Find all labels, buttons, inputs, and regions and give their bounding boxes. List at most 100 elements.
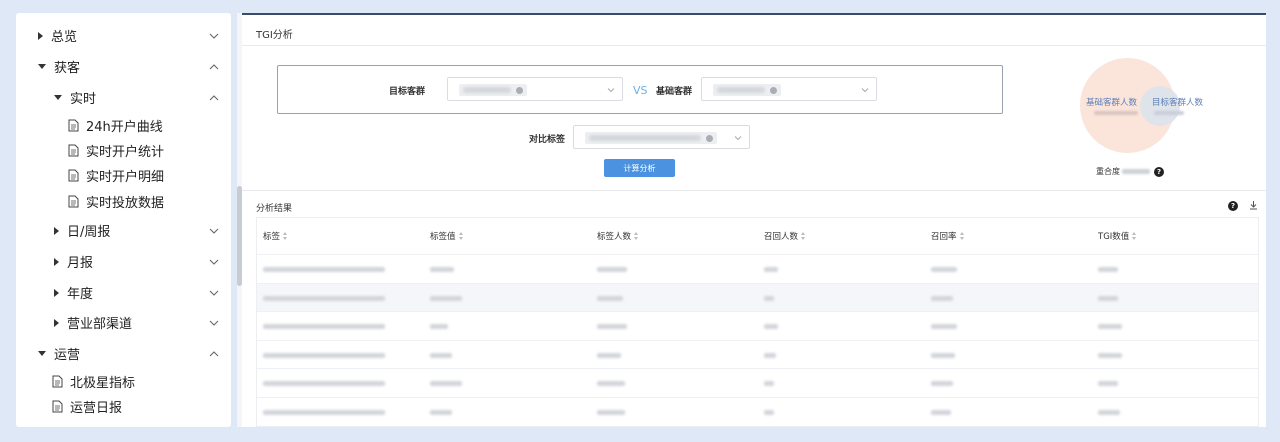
sidebar-item-label: 获客 xyxy=(54,61,81,76)
sort-icon[interactable] xyxy=(801,232,806,240)
sidebar-item-north-star[interactable]: 北极星指标 xyxy=(52,369,231,394)
document-icon xyxy=(52,400,63,413)
overlap-label: 重合度 xyxy=(1096,167,1120,176)
document-icon xyxy=(68,169,79,182)
panel-title: TGI分析 xyxy=(256,30,293,41)
column-header-tag-value[interactable]: 标签值 xyxy=(430,218,464,254)
column-header-label: 标签人数 xyxy=(597,232,632,242)
sidebar-item-label: 日/周报 xyxy=(67,225,111,240)
document-icon xyxy=(68,119,79,132)
selected-chip xyxy=(459,84,527,96)
column-header-label: 标签值 xyxy=(430,232,456,242)
sidebar-item-label: 实时开户明细 xyxy=(86,170,165,185)
sidebar-item-realtime-details[interactable]: 实时开户明细 xyxy=(68,163,231,188)
sidebar-item-label: 总览 xyxy=(51,30,78,45)
compare-tag-select[interactable] xyxy=(573,125,750,149)
sidebar-item-overview[interactable]: 总览 xyxy=(38,23,231,48)
sidebar-item-realtime-ads[interactable]: 实时投放数据 xyxy=(68,189,231,214)
chevron-up-icon xyxy=(209,93,219,103)
vs-label: VS xyxy=(633,84,648,97)
column-header-recall-count[interactable]: 召回人数 xyxy=(764,218,806,254)
caret-down-icon xyxy=(38,351,46,356)
sidebar-item-monthly[interactable]: 月报 xyxy=(54,249,231,274)
sidebar-item-daily-weekly[interactable]: 日/周报 xyxy=(54,218,231,243)
sidebar-item-label: 实时 xyxy=(70,92,97,107)
document-icon xyxy=(68,144,79,157)
chevron-down-icon xyxy=(209,226,219,236)
results-title: 分析结果 xyxy=(256,204,293,214)
clear-icon[interactable] xyxy=(516,86,523,94)
download-icon[interactable] xyxy=(1249,200,1258,213)
table-row[interactable] xyxy=(257,339,1258,369)
sidebar-item-operations[interactable]: 运营 xyxy=(38,341,231,366)
table-row[interactable] xyxy=(257,396,1258,426)
sort-icon[interactable] xyxy=(959,232,965,240)
table-row[interactable] xyxy=(257,368,1258,397)
table-row[interactable] xyxy=(257,282,1258,311)
column-header-tag[interactable]: 标签 xyxy=(263,218,288,254)
divider xyxy=(242,190,1266,191)
caret-right-icon xyxy=(54,288,59,297)
sort-icon[interactable] xyxy=(458,232,464,240)
caret-right-icon xyxy=(54,318,59,327)
sidebar-item-label: 实时投放数据 xyxy=(86,196,165,211)
help-icon[interactable]: ? xyxy=(1228,201,1238,211)
sidebar-item-24h-curve[interactable]: 24h开户曲线 xyxy=(68,113,231,138)
base-group-label: 基础客群 xyxy=(656,87,693,97)
column-header-label: TGI数值 xyxy=(1098,232,1130,242)
table-row[interactable] xyxy=(257,254,1258,283)
compute-analysis-button[interactable]: 计算分析 xyxy=(604,159,675,177)
sidebar-item-label: 营业部渠道 xyxy=(67,317,133,332)
sort-icon[interactable] xyxy=(1132,232,1137,240)
clear-icon[interactable] xyxy=(770,86,777,94)
chevron-down-icon xyxy=(209,257,219,267)
chevron-up-icon xyxy=(209,349,219,359)
column-header-label: 标签 xyxy=(263,232,281,242)
sidebar-item-realtime-stats[interactable]: 实时开户统计 xyxy=(68,138,231,163)
caret-down-icon xyxy=(38,64,46,69)
caret-right-icon xyxy=(54,257,59,266)
column-header-label: 召回人数 xyxy=(764,232,799,242)
sort-icon[interactable] xyxy=(283,232,288,240)
target-group-select[interactable] xyxy=(447,77,623,101)
venn-base-value xyxy=(1094,111,1138,115)
tgi-analysis-panel: TGI分析 目标客群 VS 基础客群 对比标签 计算分析 基础客群人数 目标客群… xyxy=(242,13,1266,427)
sidebar-item-acquisition[interactable]: 获客 xyxy=(38,54,231,79)
target-group-label: 目标客群 xyxy=(389,87,426,97)
document-icon xyxy=(52,375,63,388)
chevron-down-icon xyxy=(209,288,219,298)
base-group-select[interactable] xyxy=(701,77,877,101)
column-header-recall-rate[interactable]: 召回率 xyxy=(931,218,965,254)
column-header-label: 召回率 xyxy=(931,232,957,242)
sidebar-item-branch-channel[interactable]: 营业部渠道 xyxy=(54,310,231,335)
sidebar-item-annual[interactable]: 年度 xyxy=(54,280,231,305)
table-row[interactable] xyxy=(257,311,1258,340)
clear-icon[interactable] xyxy=(706,134,713,142)
sidebar-item-label: 实时开户统计 xyxy=(86,145,165,160)
compare-tag-label: 对比标签 xyxy=(529,135,566,145)
selected-chip xyxy=(713,84,781,96)
divider xyxy=(242,45,1266,46)
caret-down-icon xyxy=(54,95,62,100)
caret-right-icon xyxy=(38,31,43,40)
sidebar-item-realtime[interactable]: 实时 xyxy=(54,85,231,110)
sort-icon[interactable] xyxy=(634,232,639,240)
overlap-value xyxy=(1122,169,1150,174)
chevron-up-icon xyxy=(209,62,219,72)
selected-chip xyxy=(585,132,717,144)
chevron-down-icon xyxy=(734,136,742,141)
sidebar-item-label: 运营 xyxy=(54,348,81,363)
results-table: 标签 标签值 标签人数 召回人数 召回率 TGI数值 xyxy=(256,217,1259,427)
sidebar-item-ops-daily[interactable]: 运营日报 xyxy=(52,394,231,419)
document-icon xyxy=(68,195,79,208)
sidebar-item-label: 运营日报 xyxy=(70,401,123,416)
sidebar-item-label: 年度 xyxy=(67,287,94,302)
venn-target-value xyxy=(1154,111,1184,115)
column-header-tgi[interactable]: TGI数值 xyxy=(1098,218,1137,254)
venn-base-label: 基础客群人数 xyxy=(1086,98,1138,108)
help-icon[interactable]: ? xyxy=(1154,166,1164,177)
panel-top-border xyxy=(242,13,1266,15)
column-header-tag-count[interactable]: 标签人数 xyxy=(597,218,639,254)
chevron-down-icon xyxy=(861,88,869,93)
caret-right-icon xyxy=(54,226,59,235)
